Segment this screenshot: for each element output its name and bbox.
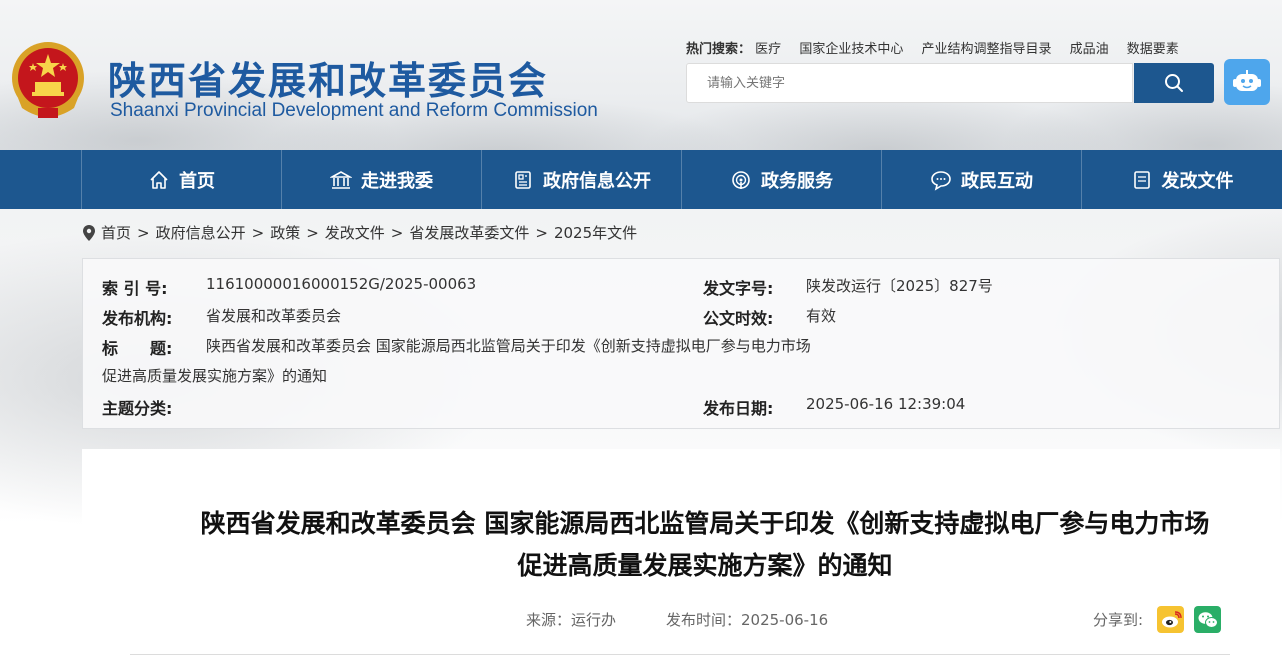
breadcrumb-separator: > — [390, 223, 404, 242]
nav-item-home[interactable]: 首页 — [81, 150, 281, 209]
publish-date-value: 2025-06-16 12:39:04 — [806, 395, 966, 413]
location-pin-icon — [83, 224, 95, 241]
site-title-chinese: 陕西省发展和改革委员会 — [108, 59, 549, 103]
service-icon — [730, 169, 752, 191]
breadcrumb-separator: > — [306, 223, 319, 242]
index-number-value: 11610000016000152G/2025-00063 — [206, 275, 477, 293]
validity-label: 公文时效: — [703, 309, 774, 328]
weibo-share-button[interactable] — [1157, 606, 1184, 633]
wechat-share-button[interactable] — [1194, 606, 1221, 633]
nav-label: 发改文件 — [1161, 170, 1234, 192]
breadcrumb-policy[interactable]: 政策 — [270, 222, 300, 243]
nav-label: 政府信息公开 — [543, 170, 651, 192]
chat-icon — [930, 169, 952, 191]
nav-label: 首页 — [179, 170, 215, 192]
document-meta-box: 索 引 号: 11610000016000152G/2025-00063 发文字… — [82, 258, 1280, 429]
article-divider — [130, 654, 1230, 655]
breadcrumb-home[interactable]: 首页 — [101, 222, 131, 243]
building-icon — [330, 169, 352, 191]
title-value-line2: 促进高质量发展实施方案》的通知 — [102, 367, 328, 385]
nav-label: 政民互动 — [961, 170, 1033, 192]
wechat-icon — [1198, 611, 1218, 628]
validity-value: 有效 — [806, 307, 837, 325]
index-number-label: 索 引 号: — [102, 279, 168, 298]
search-input[interactable] — [686, 63, 1133, 103]
breadcrumb-separator: > — [535, 223, 548, 242]
article-title: 陕西省发展和改革委员会 国家能源局西北监管局关于印发《创新支持虚拟电厂参与电力市… — [130, 503, 1280, 587]
article-publish-time: 发布时间：2025-06-16 — [666, 611, 829, 629]
site-title-english: Shaanxi Provincial Development and Refor… — [110, 100, 598, 121]
article-source: 来源：运行办 — [526, 611, 617, 629]
article-title-line2: 促进高质量发展实施方案》的通知 — [517, 551, 893, 580]
breadcrumb-2025-files[interactable]: 2025年文件 — [554, 222, 637, 243]
doc-number-label: 发文字号: — [703, 279, 774, 298]
robot-assistant-button[interactable] — [1224, 59, 1270, 105]
breadcrumb-province-files[interactable]: 省发展改革委文件 — [409, 222, 529, 243]
nav-item-interaction[interactable]: 政民互动 — [881, 150, 1081, 209]
breadcrumb-gov-info[interactable]: 政府信息公开 — [156, 222, 246, 243]
search-button[interactable] — [1134, 63, 1214, 103]
title-value-line1: 陕西省发展和改革委员会 国家能源局西北监管局关于印发《创新支持虚拟电厂参与电力市… — [206, 337, 811, 355]
breadcrumb-separator: > — [251, 223, 265, 242]
article-panel: 陕西省发展和改革委员会 国家能源局西北监管局关于印发《创新支持虚拟电厂参与电力市… — [82, 449, 1280, 661]
hot-search-bar: 热门搜索： 医疗 国家企业技术中心 产业结构调整指导目录 成品油 数据要素 — [686, 38, 1183, 57]
file-icon — [1131, 169, 1153, 191]
article-title-line1: 陕西省发展和改革委员会 国家能源局西北监管局关于印发《创新支持虚拟电厂参与电力市… — [200, 509, 1210, 538]
robot-icon — [1233, 70, 1261, 91]
nav-label: 政务服务 — [761, 170, 833, 192]
share-label: 分享到: — [1093, 611, 1144, 629]
main-nav: 首页 走进我委 政府信息公开 政务服务 政民互动 发改文件 — [0, 150, 1282, 209]
breadcrumb-separator: > — [137, 223, 150, 242]
topic-label: 主题分类: — [102, 399, 173, 418]
document-icon — [512, 169, 534, 191]
home-icon — [148, 169, 170, 191]
national-emblem-logo[interactable] — [8, 38, 88, 124]
weibo-icon — [1161, 610, 1182, 627]
breadcrumb-files[interactable]: 发改文件 — [325, 222, 385, 243]
breadcrumb: 首页 > 政府信息公开 > 政策 > 发改文件 > 省发展改革委文件 > 202… — [82, 222, 637, 243]
nav-item-about[interactable]: 走进我委 — [281, 150, 481, 209]
doc-number-value: 陕发改运行〔2025〕827号 — [806, 277, 993, 295]
nav-item-files[interactable]: 发改文件 — [1081, 150, 1282, 209]
title-label: 标 题: — [102, 339, 173, 358]
publisher-value: 省发展和改革委员会 — [206, 307, 342, 325]
publish-date-label: 发布日期: — [703, 399, 774, 418]
hot-search-label: 热门搜索： — [686, 42, 752, 57]
hot-link-industry-catalog[interactable]: 产业结构调整指导目录 — [921, 42, 1051, 57]
nav-item-gov-info[interactable]: 政府信息公开 — [481, 150, 681, 209]
hot-link-data[interactable]: 数据要素 — [1127, 42, 1179, 57]
hot-link-oil[interactable]: 成品油 — [1070, 42, 1109, 57]
nav-label: 走进我委 — [361, 170, 433, 192]
search-icon — [1165, 74, 1183, 92]
hot-link-medical[interactable]: 医疗 — [755, 42, 781, 57]
site-header: 陕西省发展和改革委员会 Shaanxi Provincial Developme… — [0, 0, 1282, 150]
publisher-label: 发布机构: — [102, 309, 173, 328]
nav-item-services[interactable]: 政务服务 — [681, 150, 881, 209]
hot-link-tech-center[interactable]: 国家企业技术中心 — [799, 42, 903, 57]
